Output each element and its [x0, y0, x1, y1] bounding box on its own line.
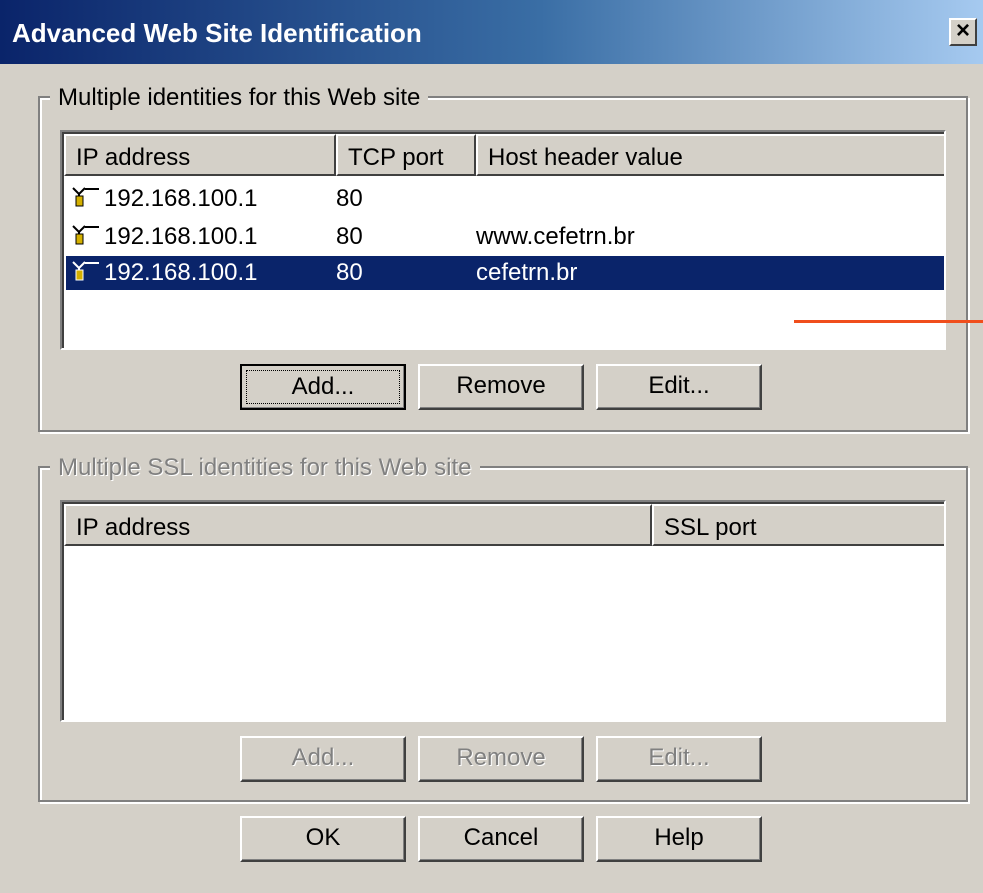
network-connector-icon [70, 186, 100, 212]
col-header-tcp-port[interactable]: TCP port [336, 134, 476, 176]
ok-button[interactable]: OK [240, 816, 406, 862]
ip-address-cell: 192.168.100.1 [104, 259, 258, 286]
col-header-host-header[interactable]: Host header value [476, 134, 944, 176]
identities-add-label: Add... [246, 370, 400, 404]
ssl-list-header: IP address SSL port [64, 504, 944, 546]
ssl-add-button: Add... [240, 736, 406, 782]
ssl-identities-group-legend: Multiple SSL identities for this Web sit… [50, 454, 480, 482]
col-header-ssl-port: SSL port [652, 504, 944, 546]
identities-add-button[interactable]: Add... [240, 364, 406, 410]
ip-address-cell: 192.168.100.1 [104, 223, 258, 250]
tcp-port-cell: 80 [336, 223, 363, 250]
col-header-ip-address[interactable]: IP address [64, 134, 336, 176]
network-connector-icon [70, 224, 100, 250]
title-bar: Advanced Web Site Identification × [0, 0, 983, 64]
host-header-cell: cefetrn.br [476, 259, 578, 286]
identity-row-1[interactable]: 192.168.100.1 80 [66, 182, 944, 216]
col-header-ssl-ip-address: IP address [64, 504, 652, 546]
annotation-line [794, 320, 983, 323]
identities-edit-button[interactable]: Edit... [596, 364, 762, 410]
ssl-identities-list: IP address SSL port [60, 500, 946, 722]
tcp-port-cell: 80 [336, 185, 363, 212]
ssl-remove-button: Remove [418, 736, 584, 782]
ssl-edit-button: Edit... [596, 736, 762, 782]
identities-list[interactable]: IP address TCP port Host header value 19… [60, 130, 946, 350]
identity-row-2[interactable]: 192.168.100.1 80 www.cefetrn.br [66, 220, 944, 254]
identities-group-legend: Multiple identities for this Web site [50, 84, 429, 112]
tcp-port-cell: 80 [336, 259, 363, 286]
cancel-button[interactable]: Cancel [418, 816, 584, 862]
window-title: Advanced Web Site Identification [12, 18, 422, 48]
identities-remove-button[interactable]: Remove [418, 364, 584, 410]
identity-row-3[interactable]: 192.168.100.1 80 cefetrn.br [66, 256, 944, 290]
help-button[interactable]: Help [596, 816, 762, 862]
network-connector-icon [70, 260, 100, 286]
host-header-cell: www.cefetrn.br [476, 223, 635, 250]
ip-address-cell: 192.168.100.1 [104, 185, 258, 212]
identities-list-header: IP address TCP port Host header value [64, 134, 944, 176]
close-button[interactable]: × [949, 18, 977, 46]
